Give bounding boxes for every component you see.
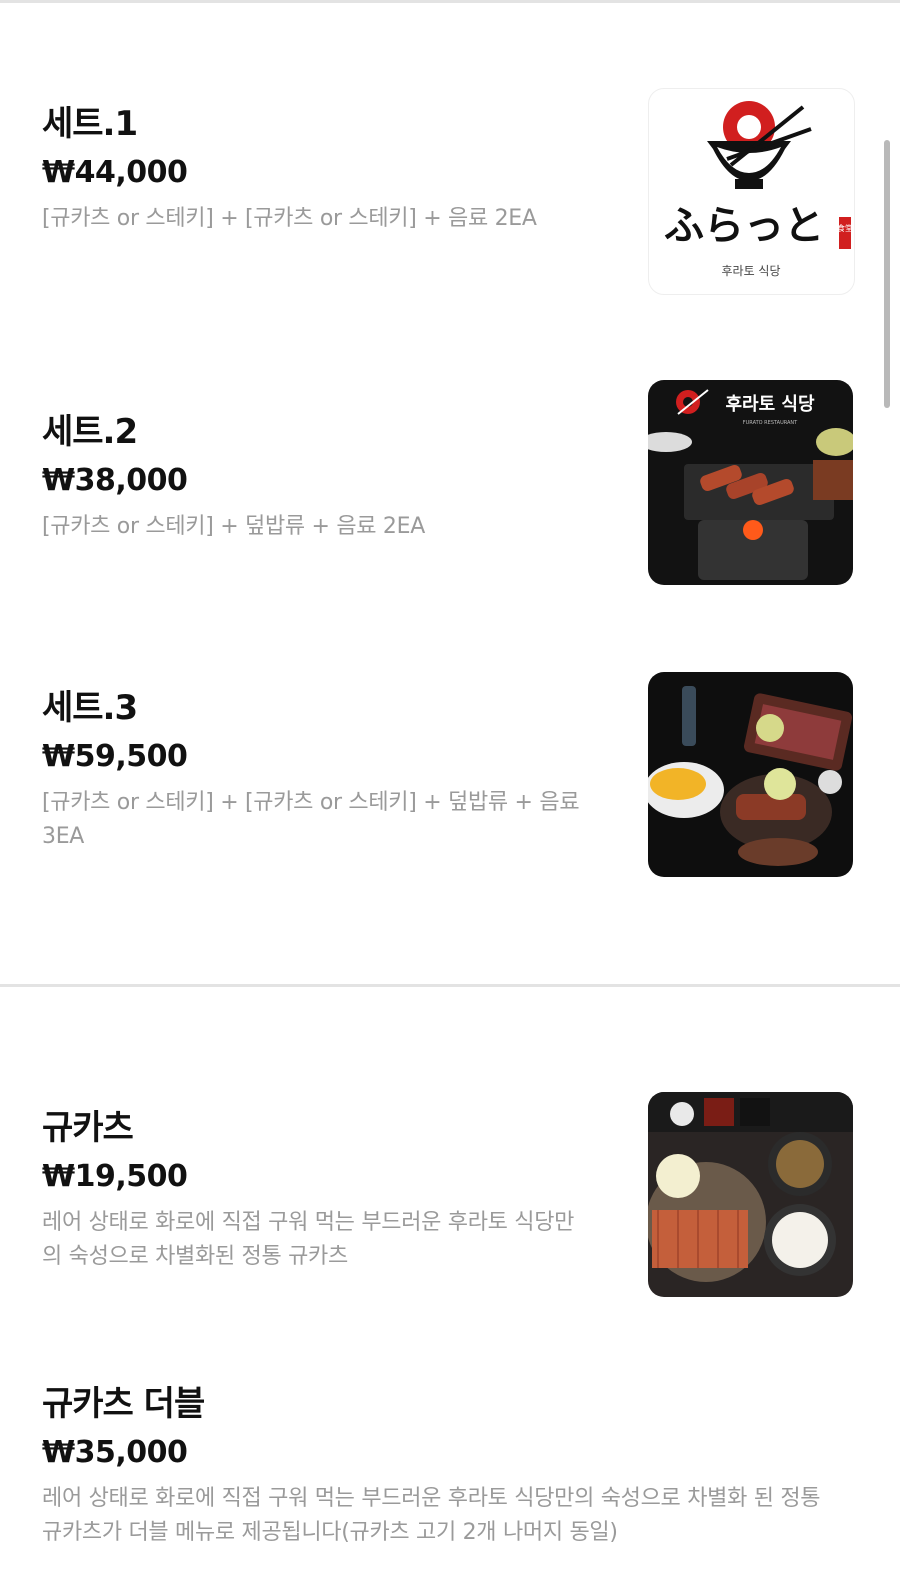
- menu-item-price: ₩38,000: [42, 463, 188, 498]
- menu-item-description: [규카츠 or 스테키] + [규카츠 or 스테키] + 음료 2EA: [42, 206, 537, 231]
- menu-item-price: ₩35,000: [42, 1435, 188, 1470]
- set3-food-photo[interactable]: [648, 672, 853, 877]
- menu-item-price: ₩59,500: [42, 739, 188, 774]
- menu-item-name: 규카츠: [42, 1108, 134, 1148]
- menu-item[interactable]: 규카츠 더블 ₩35,000 레어 상태로 화로에 직접 구워 먹는 부드러운 …: [42, 1384, 842, 1550]
- menu-item[interactable]: 세트.3 ₩59,500 [규카츠 or 스테키] + [규카츠 or 스테키]…: [42, 688, 602, 854]
- top-divider: [0, 0, 900, 3]
- menu-item-name: 세트.1: [42, 104, 138, 144]
- logo-graphic: ふらっと 食堂 후라토 식당: [664, 101, 853, 278]
- menu-item-description: 레어 상태로 화로에 직접 구워 먹는 부드러운 후라토 식당만의 숙성으로 차…: [42, 1210, 575, 1269]
- menu-item-description: [규카츠 or 스테키] + [규카츠 or 스테키] + 덮밥류 + 음료 3…: [42, 790, 580, 849]
- table-spread-photo: [648, 672, 853, 877]
- restaurant-logo-image[interactable]: ふらっと 食堂 후라토 식당: [648, 88, 855, 295]
- section-divider: [0, 984, 900, 987]
- logo-seal-text: 食堂: [837, 223, 853, 233]
- photo-sign-text: 후라토 식당: [725, 394, 815, 415]
- set2-food-photo[interactable]: 후라토 식당 FURATO RESTAURANT: [648, 380, 853, 585]
- menu-item[interactable]: 세트.1 ₩44,000 [규카츠 or 스테키] + [규카츠 or 스테키]…: [42, 104, 602, 236]
- logo-subtitle: 후라토 식당: [721, 264, 780, 278]
- photo-sign-small: FURATO RESTAURANT: [743, 420, 798, 426]
- scrollbar[interactable]: [884, 140, 890, 408]
- menu-item[interactable]: 규카츠 ₩19,500 레어 상태로 화로에 직접 구워 먹는 부드러운 후라토…: [42, 1108, 602, 1274]
- gyukatsu-plate-photo: [648, 1092, 853, 1297]
- menu-item-price: ₩19,500: [42, 1159, 188, 1194]
- menu-item-name: 세트.2: [42, 412, 138, 452]
- menu-item-name: 규카츠 더블: [42, 1384, 205, 1424]
- menu-item-description: [규카츠 or 스테키] + 덮밥류 + 음료 2EA: [42, 514, 425, 539]
- logo-script-text: ふらっと: [664, 202, 824, 249]
- gyukatsu-food-photo[interactable]: [648, 1092, 853, 1297]
- menu-item-price: ₩44,000: [42, 155, 188, 190]
- menu-item[interactable]: 세트.2 ₩38,000 [규카츠 or 스테키] + 덮밥류 + 음료 2EA: [42, 412, 602, 544]
- grill-photo: 후라토 식당 FURATO RESTAURANT: [648, 380, 853, 585]
- menu-item-name: 세트.3: [42, 688, 138, 728]
- menu-item-description: 레어 상태로 화로에 직접 구워 먹는 부드러운 후라토 식당만의 숙성으로 차…: [42, 1486, 821, 1545]
